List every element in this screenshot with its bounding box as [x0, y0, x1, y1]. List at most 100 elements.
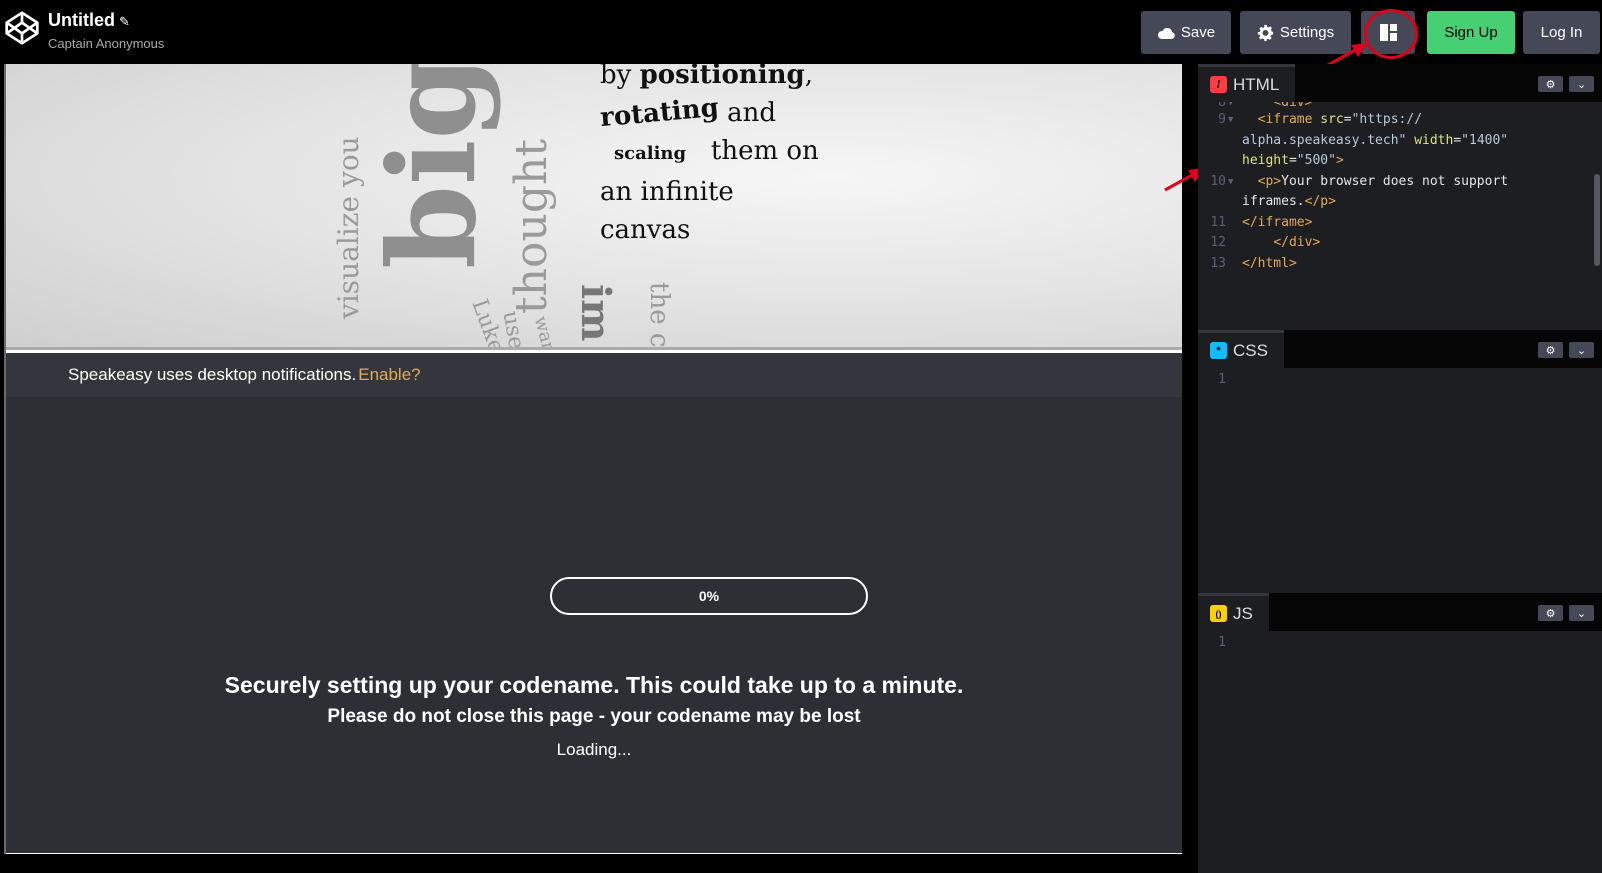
- code-line: 9 ▼ <iframe src="https://: [1198, 110, 1590, 131]
- preview-hero-image: visualize you big thought Luke use wan i…: [6, 64, 1182, 350]
- code-line: alpha.speakeasy.tech" width="1400": [1198, 131, 1590, 152]
- code-token: "https://: [1351, 112, 1423, 127]
- code-token: src: [1312, 112, 1344, 127]
- gear-icon: [1257, 24, 1274, 41]
- html-editor-header: / HTML ⚙ ⌄: [1198, 64, 1602, 102]
- code-line: 13 </html>: [1198, 254, 1590, 275]
- tagline-text: rotating: [598, 92, 720, 134]
- tagline-text: them on: [710, 136, 819, 166]
- code-token: iframes.: [1242, 194, 1305, 209]
- editor-column: / HTML ⚙ ⌄ 8 ▼ <div> 9 ▼ <iframe src="http…: [1164, 64, 1602, 873]
- pen-title[interactable]: Untitled ✎: [48, 10, 130, 31]
- loading-status: Loading...: [556, 740, 632, 759]
- code-token: >: [1335, 153, 1344, 168]
- code-token: =: [1288, 153, 1297, 168]
- notification-text: Speakeasy uses desktop notifications.: [68, 365, 357, 384]
- loading-message: Securely setting up your codename. This …: [224, 672, 964, 698]
- code-token: <p>: [1257, 173, 1282, 189]
- css-settings-button[interactable]: ⚙: [1538, 342, 1563, 358]
- tagline-text: positioning: [639, 64, 805, 90]
- annotation-circle: [1364, 9, 1418, 59]
- code-token: =: [1343, 112, 1352, 127]
- code-token: <iframe: [1257, 112, 1313, 127]
- code-token: height: [1242, 153, 1289, 168]
- tab-html-label: HTML: [1233, 74, 1280, 94]
- html-slash-icon: /: [1210, 76, 1227, 93]
- fold-icon: ▼: [1228, 115, 1234, 125]
- css-editor[interactable]: * CSS ⚙ ⌄ 1: [1198, 330, 1602, 590]
- code-token: "500": [1296, 153, 1336, 168]
- hero-word: im: [572, 284, 619, 342]
- loading-panel: 0% Securely setting up your codename. Th…: [6, 397, 1182, 853]
- html-settings-button[interactable]: ⚙: [1538, 76, 1563, 92]
- tab-js-label: JS: [1233, 603, 1253, 623]
- code-token: </iframe>: [1242, 214, 1313, 230]
- code-token: Your browser does not support: [1281, 173, 1509, 189]
- tagline-text: scaling: [614, 143, 687, 164]
- code-token: width: [1406, 132, 1454, 148]
- code-token: =: [1453, 132, 1462, 148]
- code-token: "1400": [1461, 132, 1509, 148]
- line-number: 1: [1218, 635, 1226, 650]
- html-scrollbar[interactable]: [1594, 174, 1600, 266]
- enable-notifications-link[interactable]: Enable?: [358, 365, 420, 385]
- hero-word: the c: [644, 282, 674, 348]
- line-number: 13: [1210, 255, 1226, 271]
- line-number: 8: [1218, 102, 1226, 110]
- progress-label: 0%: [698, 588, 720, 604]
- code-line: 11 </iframe>: [1198, 213, 1590, 234]
- tagline-text: by: [600, 64, 632, 90]
- html-editor[interactable]: / HTML ⚙ ⌄ 8 ▼ <div> 9 ▼ <iframe src="http…: [1198, 64, 1602, 328]
- fold-icon: ▼: [1228, 102, 1234, 108]
- tab-css-label: CSS: [1233, 340, 1268, 360]
- cloud-icon: [1157, 27, 1175, 39]
- tagline-text: an infinite: [600, 177, 734, 207]
- code-line: 12 </div>: [1198, 233, 1590, 254]
- line-number: 12: [1210, 235, 1226, 250]
- code-token: </div>: [1273, 235, 1321, 250]
- code-token: alpha.speakeasy.tech": [1242, 132, 1407, 148]
- save-button[interactable]: Save: [1141, 11, 1231, 54]
- tagline-text: canvas: [600, 215, 691, 245]
- js-settings-button[interactable]: ⚙: [1538, 605, 1563, 621]
- settings-label: Settings: [1279, 24, 1335, 41]
- tagline-text: and: [727, 98, 777, 128]
- hero-word: wan: [529, 314, 560, 350]
- code-token: </html>: [1242, 255, 1297, 271]
- pencil-icon[interactable]: ✎: [119, 14, 130, 29]
- tab-js[interactable]: () JS: [1198, 593, 1269, 631]
- hero-word: use: [497, 309, 529, 350]
- html-collapse-button[interactable]: ⌄: [1569, 76, 1594, 92]
- js-editor[interactable]: () JS ⚙ ⌄ 1: [1198, 593, 1602, 873]
- save-label: Save: [1180, 24, 1216, 41]
- html-code[interactable]: 8 ▼ <div> 9 ▼ <iframe src="https:// alpha.…: [1198, 102, 1590, 274]
- code-line: iframes.</p>: [1198, 192, 1590, 213]
- line-number: 10: [1210, 173, 1226, 189]
- notification-bar: Speakeasy uses desktop notifications. Ena…: [6, 353, 1182, 397]
- css-editor-header: * CSS ⚙ ⌄: [1198, 330, 1602, 368]
- code-token: <div>: [1273, 102, 1313, 110]
- css-collapse-button[interactable]: ⌄: [1569, 342, 1594, 358]
- code-line: height="500">: [1198, 151, 1590, 172]
- js-braces-icon: (): [1210, 605, 1227, 622]
- hero-word: visualize you: [332, 136, 365, 319]
- tab-css[interactable]: * CSS: [1198, 330, 1284, 368]
- code-line: 8 ▼ <div>: [1198, 102, 1590, 110]
- progress-bar: 0%: [550, 577, 868, 615]
- hero-word: thought: [506, 138, 557, 314]
- js-collapse-button[interactable]: ⌄: [1569, 605, 1594, 621]
- sign-up-button[interactable]: Sign Up: [1427, 11, 1515, 54]
- line-number: 1: [1218, 372, 1226, 387]
- line-number: 11: [1210, 214, 1226, 230]
- fold-icon: ▼: [1228, 176, 1234, 187]
- tab-html[interactable]: / HTML: [1198, 64, 1296, 102]
- code-token: </p>: [1304, 194, 1336, 209]
- tagline-text: ,: [804, 64, 814, 90]
- pen-title-text: Untitled: [48, 10, 115, 30]
- codepen-logo-icon[interactable]: [4, 10, 40, 46]
- log-in-button[interactable]: Log In: [1523, 11, 1600, 54]
- code-line: 10 ▼ <p>Your browser does not support: [1198, 172, 1590, 193]
- hero-tagline: by positioning, rotating and scaling the…: [598, 64, 819, 249]
- pen-author[interactable]: Captain Anonymous: [48, 36, 164, 51]
